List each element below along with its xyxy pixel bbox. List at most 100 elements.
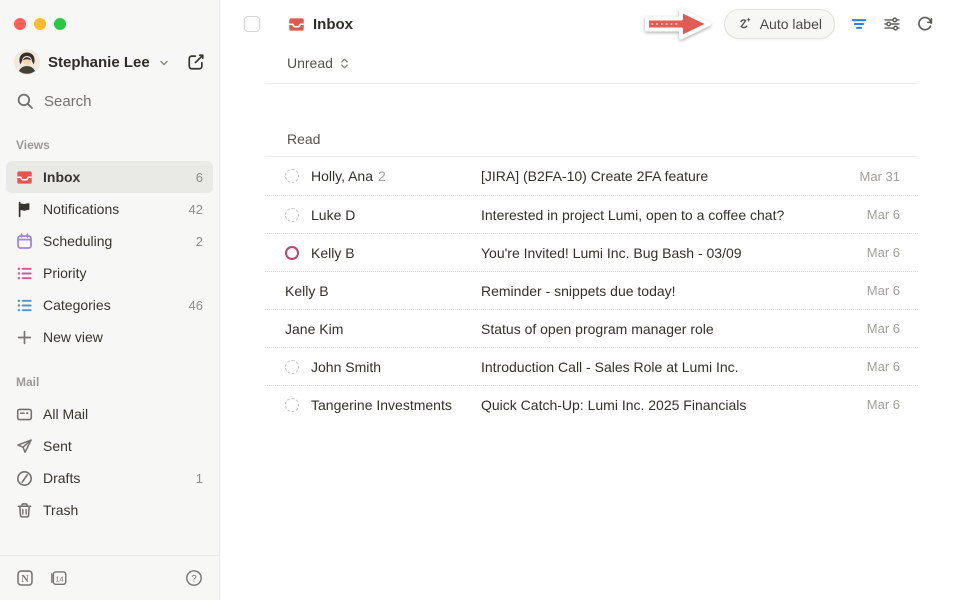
sidebar-item-count: 2 xyxy=(196,234,203,249)
close-window-button[interactable] xyxy=(14,18,26,30)
thread-count: 2 xyxy=(378,168,386,184)
sidebar-item-label: Drafts xyxy=(43,470,80,486)
all-mail-icon xyxy=(16,406,33,423)
email-sender: Kelly B xyxy=(285,245,481,261)
avatar-placeholder xyxy=(285,169,299,183)
sidebar: Stephanie Lee Search Views Inbox6Notifica… xyxy=(0,0,220,600)
red-arrow-icon xyxy=(638,3,718,45)
sidebar-item-new-view[interactable]: New view xyxy=(6,321,213,353)
email-subject: You're Invited! Lumi Inc. Bug Bash - 03/… xyxy=(481,245,838,261)
email-date: Mar 31 xyxy=(838,169,900,184)
sidebar-item-label: New view xyxy=(43,329,103,345)
sidebar-item-categories[interactable]: Categories 46 xyxy=(6,289,213,321)
sidebar-item-scheduling[interactable]: Scheduling 2 xyxy=(6,225,213,257)
auto-label-button-label: Auto label xyxy=(760,16,822,32)
mail-list-pane: Inbox xyxy=(220,0,960,600)
sort-updown-icon xyxy=(338,57,351,70)
priority-list-icon xyxy=(16,265,33,282)
display-settings-icon[interactable] xyxy=(883,15,901,33)
list-toolbar xyxy=(850,15,934,33)
avatar-placeholder xyxy=(285,360,299,374)
sidebar-item-notifications[interactable]: Notifications42 xyxy=(6,193,213,225)
avatar-placeholder xyxy=(285,208,299,222)
refresh-icon[interactable] xyxy=(916,15,934,33)
user-name: Stephanie Lee xyxy=(48,54,150,71)
filter-icon[interactable] xyxy=(850,15,868,33)
email-subject: Quick Catch-Up: Lumi Inc. 2025 Financial… xyxy=(481,397,838,413)
email-row[interactable]: Kelly BReminder - snippets due today!Mar… xyxy=(265,271,918,309)
sidebar-item-trash[interactable]: Trash xyxy=(6,494,213,526)
email-row[interactable]: John Smith Introduction Call - Sales Role… xyxy=(265,347,918,385)
email-sender: Jane Kim xyxy=(285,321,481,337)
avatar-placeholder xyxy=(285,398,299,412)
sender-name: Kelly B xyxy=(311,245,355,261)
email-row[interactable]: Kelly B You're Invited! Lumi Inc. Bug Bas… xyxy=(265,233,918,271)
search-placeholder: Search xyxy=(44,93,92,110)
window-controls xyxy=(14,18,219,30)
inbox-icon xyxy=(16,169,33,186)
sender-name: Luke D xyxy=(311,207,355,223)
auto-label-button[interactable]: Auto label xyxy=(724,9,835,39)
email-subject: Introduction Call - Sales Role at Lumi I… xyxy=(481,359,838,375)
notifications-flag-icon xyxy=(16,201,33,218)
email-row[interactable]: Tangerine InvestmentsQuick Catch-Up: Lum… xyxy=(265,385,918,423)
email-date: Mar 6 xyxy=(838,359,900,374)
account-switcher[interactable]: Stephanie Lee xyxy=(14,49,205,75)
sidebar-item-label: All Mail xyxy=(43,406,88,422)
sender-name: Kelly B xyxy=(285,283,329,299)
compose-icon[interactable] xyxy=(187,53,205,71)
auto-label-icon xyxy=(737,16,753,32)
section-label-views: Views xyxy=(16,138,203,152)
email-sender: John Smith xyxy=(285,359,481,375)
sidebar-item-count: 6 xyxy=(196,170,203,185)
select-all-checkbox[interactable] xyxy=(244,16,260,32)
search-input[interactable]: Search xyxy=(16,92,205,110)
sidebar-item-count: 1 xyxy=(196,471,203,486)
inbox-icon xyxy=(288,16,305,33)
email-list: Holly, Ana2[JIRA] (B2FA-10) Create 2FA f… xyxy=(220,157,960,423)
zoom-window-button[interactable] xyxy=(54,18,66,30)
unread-ring-avatar xyxy=(285,246,299,260)
section-label-mail: Mail xyxy=(16,375,203,389)
email-subject: Interested in project Lumi, open to a co… xyxy=(481,207,838,223)
email-row[interactable]: Jane KimStatus of open program manager r… xyxy=(265,309,918,347)
sidebar-item-priority[interactable]: Priority xyxy=(6,257,213,289)
email-row[interactable]: Holly, Ana2[JIRA] (B2FA-10) Create 2FA f… xyxy=(265,157,918,195)
read-section-label: Read xyxy=(265,131,918,147)
email-sender: Luke D xyxy=(285,207,481,223)
svg-text:N: N xyxy=(21,574,29,585)
sidebar-item-sent[interactable]: Sent xyxy=(6,430,213,462)
categories-list-icon xyxy=(16,297,33,314)
sidebar-item-count: 46 xyxy=(189,298,203,313)
sort-selector[interactable]: Unread xyxy=(220,48,960,83)
notion-calendar-icon[interactable]: 14 xyxy=(50,569,68,587)
email-subject: Status of open program manager role xyxy=(481,321,838,337)
notion-logo-icon[interactable]: N xyxy=(16,569,34,587)
svg-text:14: 14 xyxy=(56,574,64,583)
plus-icon xyxy=(16,329,33,346)
email-row[interactable]: Luke D Interested in project Lumi, open t… xyxy=(265,195,918,233)
minimize-window-button[interactable] xyxy=(34,18,46,30)
sender-name: John Smith xyxy=(311,359,381,375)
send-icon xyxy=(16,438,33,455)
sidebar-item-all-mail[interactable]: All Mail xyxy=(6,398,213,430)
svg-text:?: ? xyxy=(191,573,196,584)
sidebar-item-label: Priority xyxy=(43,265,87,281)
header-divider xyxy=(265,83,918,84)
sidebar-item-drafts[interactable]: Drafts 1 xyxy=(6,462,213,494)
page-title: Inbox xyxy=(313,16,353,33)
sidebar-item-label: Categories xyxy=(43,297,111,313)
help-icon[interactable]: ? xyxy=(185,569,203,587)
email-date: Mar 6 xyxy=(838,283,900,298)
sort-label: Unread xyxy=(287,55,333,71)
sidebar-item-count: 42 xyxy=(189,202,203,217)
calendar-icon xyxy=(16,233,33,250)
list-header: Inbox xyxy=(220,0,960,48)
email-subject: [JIRA] (B2FA-10) Create 2FA feature xyxy=(481,168,838,184)
email-date: Mar 6 xyxy=(838,397,900,412)
sidebar-footer: N 14? xyxy=(0,555,219,600)
email-sender: Tangerine Investments xyxy=(285,397,481,413)
sidebar-item-label: Scheduling xyxy=(43,233,112,249)
email-date: Mar 6 xyxy=(838,207,900,222)
sidebar-item-inbox[interactable]: Inbox6 xyxy=(6,161,213,193)
